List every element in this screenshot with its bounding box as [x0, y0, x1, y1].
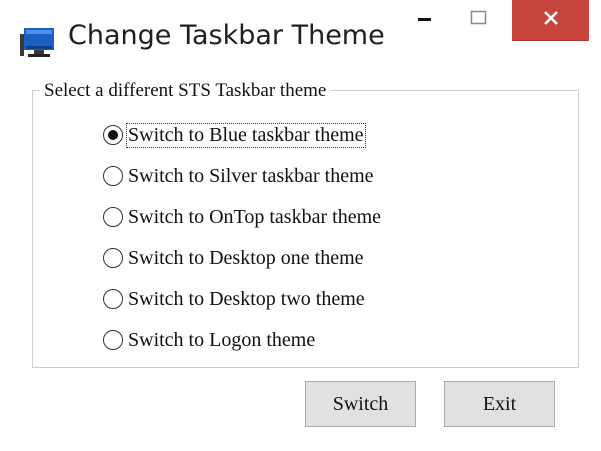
radio-button[interactable] — [103, 248, 123, 268]
radio-desktop-two-theme[interactable]: Switch to Desktop two theme — [103, 284, 366, 314]
title-bar[interactable]: Change Taskbar Theme — [0, 0, 601, 80]
minimize-icon — [417, 10, 433, 31]
minimize-button[interactable] — [402, 0, 448, 40]
exit-button[interactable]: Exit — [444, 381, 555, 427]
monitor-icon — [18, 24, 58, 60]
radio-logon-theme[interactable]: Switch to Logon theme — [103, 325, 316, 355]
maximize-button[interactable] — [456, 0, 502, 40]
radio-button[interactable] — [103, 125, 123, 145]
radio-button[interactable] — [103, 166, 123, 186]
radio-label: Switch to Blue taskbar theme — [126, 122, 366, 148]
radio-label: Switch to Silver taskbar theme — [128, 164, 374, 187]
radio-blue-theme[interactable]: Switch to Blue taskbar theme — [103, 120, 366, 150]
radio-silver-theme[interactable]: Switch to Silver taskbar theme — [103, 161, 375, 191]
close-button[interactable] — [512, 0, 589, 41]
radio-ontop-theme[interactable]: Switch to OnTop taskbar theme — [103, 202, 382, 232]
radio-button[interactable] — [103, 207, 123, 227]
radio-button[interactable] — [103, 289, 123, 309]
maximize-icon — [470, 10, 488, 31]
switch-button[interactable]: Switch — [305, 381, 416, 427]
radio-label: Switch to Desktop two theme — [128, 287, 365, 310]
close-icon — [543, 10, 559, 31]
radio-desktop-one-theme[interactable]: Switch to Desktop one theme — [103, 243, 365, 273]
groupbox-legend: Select a different STS Taskbar theme — [40, 80, 331, 102]
dialog-window: Change Taskbar Theme Select a different … — [0, 0, 601, 451]
radio-label: Switch to Logon theme — [128, 328, 316, 351]
radio-label: Switch to Desktop one theme — [128, 246, 364, 269]
radio-button[interactable] — [103, 330, 123, 350]
window-title: Change Taskbar Theme — [68, 20, 385, 51]
radio-label: Switch to OnTop taskbar theme — [128, 205, 381, 228]
